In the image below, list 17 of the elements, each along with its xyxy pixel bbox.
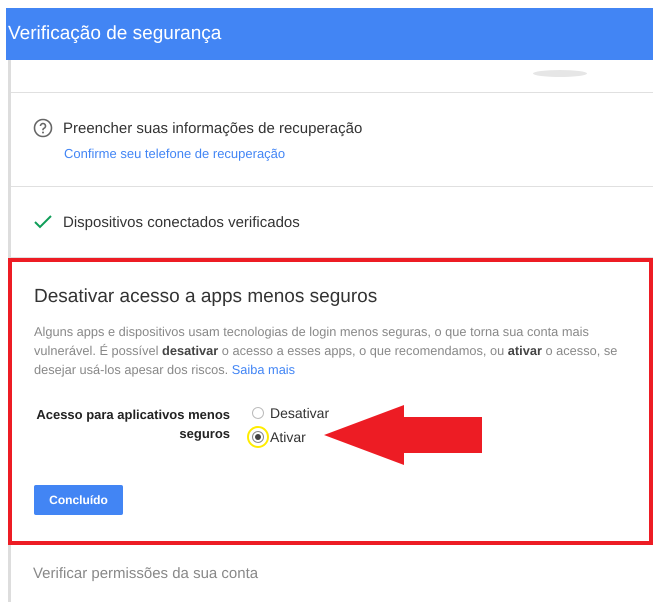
item-title: Dispositivos conectados verificados — [63, 214, 300, 230]
description-text: Alguns apps e dispositivos usam tecnologias de login menos seguras, o que torna sua conta mais vulnerável. É possível desativar o acesso a esses apps, o que recomendamos, ou ativar o acesso, se desejar usá-los apesar dos riscos. Saiba mais — [34, 323, 618, 379]
checkmark-icon — [33, 214, 53, 230]
radio-button[interactable] — [252, 407, 264, 419]
item-title: Verificar permissões da sua conta — [32, 564, 260, 584]
section-title: Desativar acesso a apps menos seguros — [34, 286, 378, 308]
cropped-graphic — [533, 70, 587, 77]
learn-more-link[interactable]: Saiba mais — [232, 362, 296, 377]
done-button[interactable]: Concluído — [34, 485, 123, 515]
help-icon — [33, 118, 53, 138]
radio-label: Ativar — [270, 429, 306, 445]
page-title: Verificação de segurança — [8, 23, 222, 45]
recovery-phone-link[interactable]: Confirme seu telefone de recuperação — [64, 146, 286, 161]
item-title: Preencher suas informações de recuperação — [63, 120, 362, 136]
radio-label: Desativar — [270, 405, 330, 421]
radio-button[interactable] — [252, 431, 264, 443]
setting-label: Acesso para aplicativos menos seguros — [35, 406, 230, 443]
